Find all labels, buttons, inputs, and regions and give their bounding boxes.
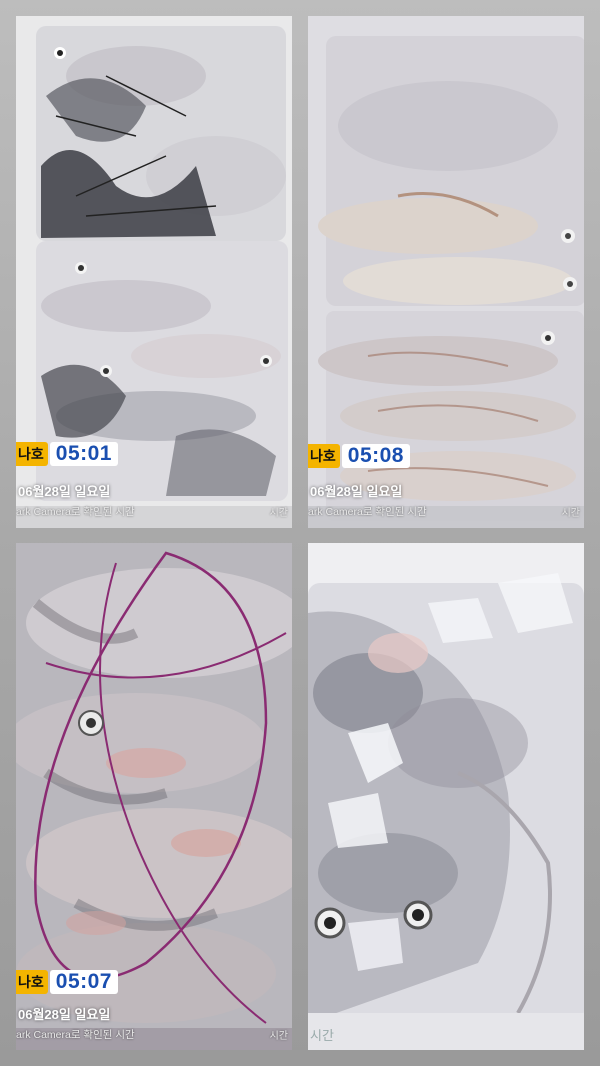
time-label: 05:07	[49, 970, 118, 994]
squid-bag-photo-1: 나호 05:01 06월28일 일요일 ark Camera로 확인된 시간 시…	[16, 16, 292, 528]
location-tag: 나호	[308, 444, 340, 468]
time-label: 05:08	[341, 444, 410, 468]
camera-caption: ark Camera로 확인된 시간	[16, 506, 135, 518]
timestamp-badge: 나호 05:01	[16, 442, 118, 466]
squid-ice-photo-4: 시간	[308, 543, 584, 1050]
time-label: 05:01	[49, 442, 118, 466]
camera-caption: ark Camera로 확인된 시간	[308, 506, 427, 518]
location-tag: 나호	[16, 970, 48, 994]
location-tag: 나호	[16, 442, 48, 466]
corner-label: 시간	[310, 1028, 334, 1043]
squid-bag-photo-2: 나호 05:08 06월28일 일요일 ark Camera로 확인된 시간 시…	[308, 16, 584, 528]
squid-ice-image-4	[308, 543, 584, 1050]
corner-label: 시간	[269, 508, 288, 519]
timestamp-badge: 나호 05:08	[308, 444, 410, 468]
camera-caption: ark Camera로 확인된 시간	[16, 1029, 135, 1041]
corner-label: 시간	[561, 508, 580, 519]
date-label: 06월28일 일요일	[18, 1007, 111, 1022]
squid-bag-photo-3: 나호 05:07 06월28일 일요일 ark Camera로 확인된 시간 시…	[16, 543, 292, 1050]
timestamp-badge: 나호 05:07	[16, 970, 118, 994]
date-label: 06월28일 일요일	[310, 484, 403, 499]
date-label: 06월28일 일요일	[18, 484, 111, 499]
corner-label: 시간	[269, 1031, 288, 1042]
